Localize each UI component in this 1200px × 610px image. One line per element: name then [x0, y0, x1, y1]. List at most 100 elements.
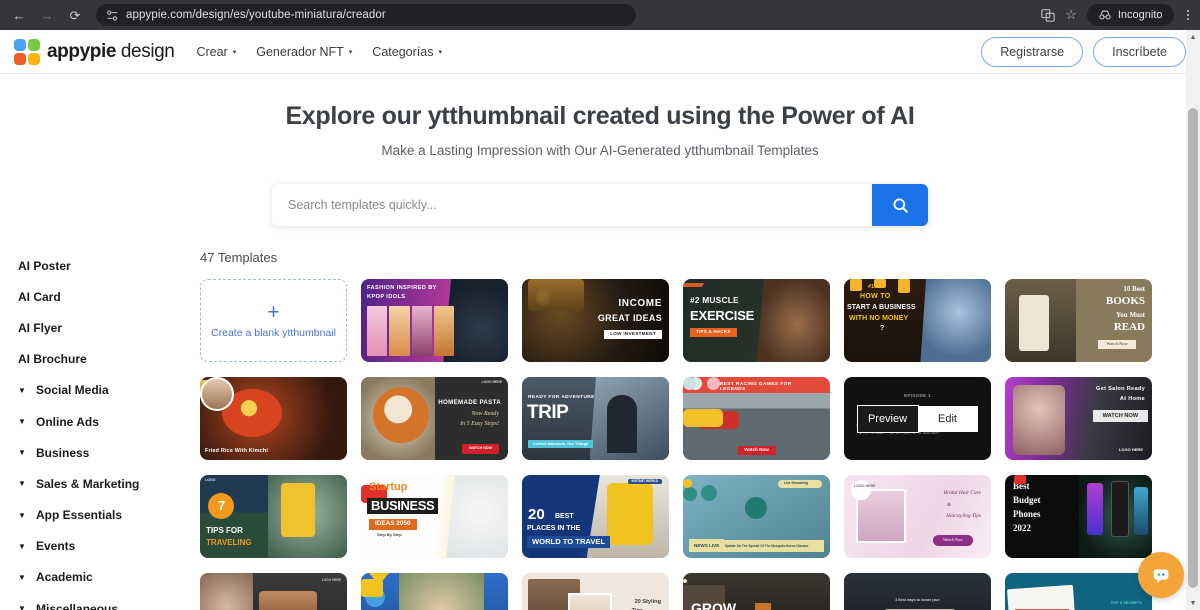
sidebar-item-social-media[interactable]: ▼ Social Media: [18, 375, 200, 406]
template-title-line4: TRAVELING: [206, 538, 252, 547]
search-button[interactable]: [872, 184, 928, 226]
template-cta: WATCH NOW: [1092, 410, 1148, 423]
template-card[interactable]: 3 Best ways to boost your: [844, 573, 991, 610]
template-card-hovered[interactable]: EPISODE 1 EXPLORE THE WORLD Preview Edit: [844, 377, 991, 460]
chevron-down-icon: ▼: [18, 510, 26, 520]
preview-button[interactable]: Preview: [856, 404, 919, 433]
signup-button[interactable]: Inscríbete: [1093, 36, 1186, 67]
template-card[interactable]: 10 Best BOOKS You Must READ Watch Now: [1005, 279, 1152, 362]
appypie-logo[interactable]: appypie design: [14, 38, 175, 65]
scroll-down-arrow[interactable]: ▼: [1186, 596, 1200, 610]
template-card[interactable]: [361, 573, 508, 610]
chevron-down-icon: ▼: [18, 385, 26, 395]
address-bar[interactable]: appypie.com/design/es/youtube-miniatura/…: [96, 4, 636, 26]
template-card[interactable]: Best Budget Phones 2022: [1005, 475, 1152, 558]
template-card[interactable]: Live Streaming NEWS LIVE Update On The S…: [683, 475, 830, 558]
template-card[interactable]: INCOME GREAT IDEAS LOW INVESTMENT: [522, 279, 669, 362]
scrollbar-thumb[interactable]: [1188, 108, 1198, 588]
sidebar-item-label: App Essentials: [36, 508, 123, 523]
template-card[interactable]: #1 HOW TO START A BUSINESS WITH NO MONEY…: [844, 279, 991, 362]
template-card[interactable]: LOGO HERE HOMEMADE PASTA Now Ready In 5 …: [361, 377, 508, 460]
template-title-line5: ?: [880, 325, 885, 332]
template-title-line2: TRIP: [527, 402, 569, 423]
template-title-line4: Hairstyling Tips: [946, 513, 981, 519]
template-title-line1: Startup: [369, 481, 408, 493]
template-card[interactable]: 1M+ +VIEWS Fried Rice With Kimchi: [200, 377, 347, 460]
kebab-menu-icon[interactable]: [1184, 9, 1193, 21]
template-title-line4: READ: [1113, 321, 1145, 333]
sidebar-item-app-essentials[interactable]: ▼ App Essentials: [18, 500, 200, 531]
nav-item-generador-nft[interactable]: Generador NFT ▾: [256, 45, 352, 59]
template-card[interactable]: FASHION INSPIRED BY KPOP IDOLS: [361, 279, 508, 362]
template-card[interactable]: GROW: [683, 573, 830, 610]
category-sidebar: AI Poster AI Card AI Flyer AI Brochure ▼…: [0, 250, 200, 610]
sidebar-item-label: AI Poster: [18, 258, 71, 273]
site-settings-icon[interactable]: [106, 9, 119, 22]
template-card[interactable]: INSTANT WORLD 20 BEST PLACES IN THE WORL…: [522, 475, 669, 558]
template-badge: TIPS & HACKS: [690, 328, 737, 337]
template-grid: + Create a blank ytthumbnail FASHION INS…: [200, 279, 1188, 610]
back-arrow-icon[interactable]: ←: [8, 4, 30, 26]
url-text: appypie.com/design/es/youtube-miniatura/…: [126, 9, 386, 21]
template-title-line2: Budget: [1013, 495, 1041, 505]
template-card[interactable]: 20 Styling Tips: [522, 573, 669, 610]
create-blank-template-card[interactable]: + Create a blank ytthumbnail: [200, 279, 347, 362]
template-logo-placeholder: LOGO HERE: [481, 380, 502, 384]
chat-widget-icon: [1153, 569, 1169, 584]
sidebar-item-ai-flyer[interactable]: AI Flyer: [18, 312, 200, 343]
translate-icon[interactable]: [1041, 8, 1055, 22]
template-logo-placeholder: LOGO HERE: [321, 578, 341, 582]
template-badge-label: +VIEWS: [323, 388, 336, 392]
template-gallery: 47 Templates + Create a blank ytthumbnai…: [200, 250, 1200, 610]
template-card[interactable]: READY FOR ADVENTURE TRIP Collect Moments…: [522, 377, 669, 460]
sidebar-item-miscellaneous[interactable]: ▼ Miscellaneous: [18, 593, 200, 610]
sidebar-item-ai-brochure[interactable]: AI Brochure: [18, 344, 200, 375]
edit-button[interactable]: Edit: [917, 405, 978, 432]
template-card[interactable]: Startup BUSINESS IDEAS 2050 Step By Step: [361, 475, 508, 558]
incognito-badge[interactable]: Incognito: [1086, 4, 1174, 26]
sidebar-item-academic[interactable]: ▼ Academic: [18, 562, 200, 593]
template-logo-placeholder: LOGO: [205, 478, 216, 482]
template-title-line1: Fried Rice With Kimchi: [205, 448, 269, 455]
sidebar-item-events[interactable]: ▼ Events: [18, 531, 200, 562]
sidebar-item-label: Academic: [36, 570, 93, 585]
browser-actions: ☆ Incognito: [1041, 4, 1192, 26]
chat-widget-button[interactable]: [1138, 552, 1184, 598]
template-title-line1: FASHION INSPIRED BY: [367, 285, 437, 291]
reload-icon[interactable]: ⟳: [64, 4, 86, 26]
template-card[interactable]: LOGO HERE Bridal Hair Care & Hairstyling…: [844, 475, 991, 558]
sidebar-item-business[interactable]: ▼ Business: [18, 437, 200, 468]
template-card[interactable]: TOP 5 SECRETS PROFITABLE: [1005, 573, 1152, 610]
template-title-line2: At Home: [1119, 396, 1145, 402]
nav-item-categorias-label: Categorías: [372, 44, 434, 59]
nav-item-crear[interactable]: Crear ▾: [196, 45, 236, 59]
sidebar-item-online-ads[interactable]: ▼ Online Ads: [18, 406, 200, 437]
auth-actions: Registrarse Inscríbete: [981, 36, 1186, 67]
register-button[interactable]: Registrarse: [981, 36, 1084, 67]
template-logo-placeholder: LOGO HERE: [854, 484, 876, 488]
page-scrollbar[interactable]: ▲ ▼: [1186, 30, 1200, 610]
star-icon[interactable]: ☆: [1065, 7, 1077, 23]
sidebar-item-ai-card[interactable]: AI Card: [18, 281, 200, 312]
page-subtitle: Make a Lasting Impression with Our AI-Ge…: [381, 143, 819, 158]
template-card[interactable]: BEST RACING GAMES FOR LEGENDS Watch Now: [683, 377, 830, 460]
template-card[interactable]: #2 MUSCLE EXERCISE TIPS & HACKS: [683, 279, 830, 362]
chevron-down-icon: ▼: [18, 572, 26, 582]
template-card[interactable]: Get Salon Ready At Home WATCH NOW LOGO H…: [1005, 377, 1152, 460]
template-title-line5: WORLD TO TRAVEL: [527, 536, 611, 549]
scroll-up-arrow[interactable]: ▲: [1186, 30, 1200, 44]
sidebar-item-sales-marketing[interactable]: ▼ Sales & Marketing: [18, 468, 200, 499]
template-title-line2: BOOKS: [1105, 295, 1145, 307]
chevron-down-icon: ▼: [18, 541, 26, 551]
search-input[interactable]: [272, 184, 872, 226]
sidebar-item-ai-poster[interactable]: AI Poster: [18, 250, 200, 281]
template-card[interactable]: LOGO 7 TIPS FOR TRAVELING: [200, 475, 347, 558]
nav-item-categorias[interactable]: Categorías ▾: [372, 45, 442, 59]
template-card[interactable]: LOGO HERE: [200, 573, 347, 610]
sidebar-item-label: Miscellaneous: [36, 601, 119, 610]
content-area: AI Poster AI Card AI Flyer AI Brochure ▼…: [0, 250, 1200, 610]
template-title-line1: 3 Best ways to boost your: [895, 598, 940, 602]
logo-brand: appypie: [47, 40, 116, 62]
sidebar-item-label: Events: [36, 539, 76, 554]
forward-arrow-icon[interactable]: →: [36, 4, 58, 26]
